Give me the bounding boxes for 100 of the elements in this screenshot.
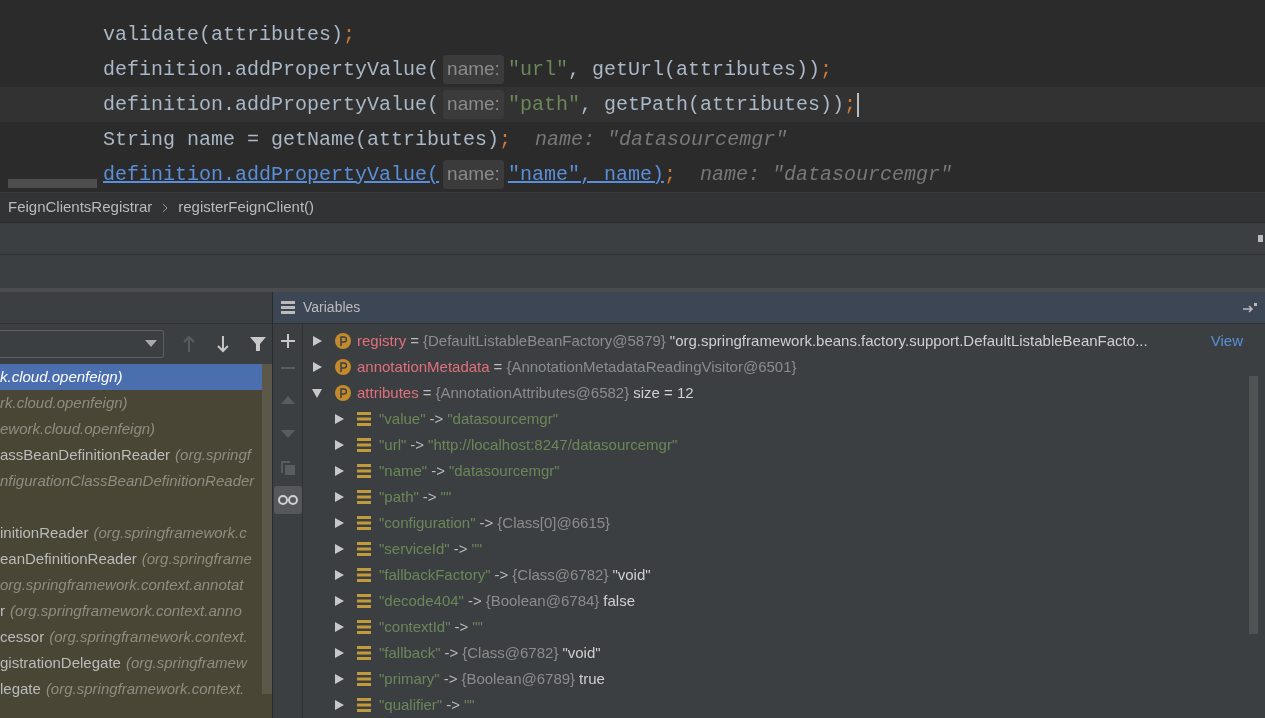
expand-arrow-icon[interactable] (333, 673, 345, 685)
variable-value: "datasourcemgr" (448, 460, 560, 481)
expand-arrow-icon[interactable] (333, 465, 345, 477)
expand-arrow-icon[interactable] (333, 413, 345, 425)
stack-frame-row[interactable]: initionReader (org.springframework.c (0, 520, 262, 546)
stack-frame-row[interactable]: assBeanDefinitionReader (org.springf (0, 442, 262, 468)
variable-value: {Boolean@6784} (485, 590, 600, 611)
variable-value: size = 12 (633, 382, 694, 403)
variable-value: "" (440, 486, 452, 507)
variable-value: "org.springframework.beans.factory.support.DefaultListableBeanFacto... (669, 330, 1148, 351)
scrollbar-thumb[interactable] (8, 179, 97, 188)
variable-value: {Class@6782} (462, 642, 559, 663)
code-text: , getUrl(attributes)) (567, 56, 820, 83)
variable-name: "path" (379, 486, 419, 507)
inline-value: name: "datasourcemgr" (535, 126, 788, 153)
expand-arrow-icon[interactable] (333, 595, 345, 607)
operator-text: -> (446, 694, 460, 715)
code-text: definition.addPropertyValue( (103, 91, 440, 118)
map-entry-icon (357, 646, 371, 660)
variable-value: "" (472, 616, 483, 637)
code-text: , getPath(attributes)) (579, 91, 844, 118)
variable-value: "void" (562, 642, 601, 663)
stack-frame-row[interactable]: ework.cloud.openfeign) (0, 416, 262, 442)
variable-value: {DefaultListableBeanFactory@5879} (422, 330, 666, 351)
expand-arrow-icon[interactable] (333, 699, 345, 711)
restore-layout-icon[interactable] (1243, 302, 1257, 313)
operator-text: = (493, 356, 503, 377)
text-caret (856, 92, 859, 117)
map-entry-icon (357, 542, 371, 556)
breadcrumb-item[interactable]: FeignClientsRegistrar (8, 196, 153, 219)
operator-text: -> (453, 538, 468, 559)
expand-arrow-icon[interactable] (311, 335, 323, 347)
variable-name: "fallback" (379, 642, 441, 663)
view-link[interactable]: View (1210, 329, 1245, 353)
variable-name: "decode404" (379, 590, 464, 611)
stack-frame-row[interactable]: k.cloud.openfeign) (0, 364, 262, 390)
variable-value: {Class@6782} (512, 564, 609, 585)
stack-frame-row[interactable]: legate (org.springframework.context. (0, 676, 262, 702)
code-link[interactable]: "name", name) (507, 159, 664, 190)
variable-name: registry (357, 330, 407, 351)
expand-arrow-icon[interactable] (333, 543, 345, 555)
string-literal: "path" (507, 91, 580, 118)
inline-value: name: "datasourcemgr" (699, 161, 952, 188)
variable-value: "void" (612, 564, 651, 585)
chevron-icon (162, 202, 169, 213)
plus-icon[interactable] (280, 334, 295, 348)
breadcrumb-item[interactable]: registerFeignClient() (178, 196, 315, 219)
code-punctuation: ; (663, 161, 676, 188)
operator-text: = (422, 382, 432, 403)
stack-frame-row[interactable]: org.springframework.context.annotat (0, 572, 262, 598)
map-entry-icon (357, 698, 371, 712)
variable-name: "fallbackFactory" (379, 564, 491, 585)
map-entry-icon (357, 412, 371, 426)
expand-arrow-icon[interactable] (333, 621, 345, 633)
map-entry-icon (357, 672, 371, 686)
map-entry-icon (357, 516, 371, 530)
code-link[interactable]: definition.addPropertyValue( (103, 159, 440, 190)
stack-frame-row[interactable]: rk.cloud.openfeign) (0, 390, 262, 416)
operator-text: -> (429, 408, 444, 429)
map-entry-icon (357, 438, 371, 452)
variable-name: "value" (379, 408, 426, 429)
list-icon (281, 301, 295, 314)
parameter-hint: name: (443, 55, 504, 84)
expand-arrow-icon[interactable] (333, 647, 345, 659)
stack-frame-row[interactable]: gistrationDelegate (org.springframew (0, 650, 262, 676)
map-entry-icon (357, 620, 371, 634)
code-punctuation: ; (843, 91, 856, 118)
stack-frame-row[interactable]: cessor (org.springframework.context. (0, 624, 262, 650)
watches-toggle[interactable] (273, 486, 302, 514)
operator-text: -> (479, 512, 494, 533)
parameter-hint: name: (443, 160, 504, 189)
scrollbar-thumb[interactable] (262, 364, 272, 694)
stack-frame-row[interactable]: r (org.springframework.context.anno (0, 598, 262, 624)
code-text: definition.addPropertyValue( (103, 56, 440, 83)
stack-frame-row[interactable]: nfigurationClassBeanDefinitionReader (0, 468, 262, 494)
variable-value: {Boolean@6789} (461, 668, 576, 689)
panel-title: Variables (303, 298, 362, 317)
collapse-arrow-icon[interactable] (311, 387, 323, 399)
code-punctuation: ; (819, 56, 832, 83)
variable-name: "name" (379, 460, 428, 481)
operator-text: -> (467, 590, 482, 611)
operator-text: -> (494, 564, 509, 585)
expand-arrow-icon[interactable] (333, 517, 345, 529)
code-text: validate(attributes) (103, 21, 344, 48)
variable-name: "qualifier" (379, 694, 443, 715)
expand-arrow-icon[interactable] (311, 361, 323, 373)
arrow-down-icon[interactable] (216, 335, 231, 353)
field-icon (335, 359, 351, 375)
operator-text: -> (431, 460, 445, 481)
variable-value: "" (471, 538, 483, 559)
expand-arrow-icon[interactable] (333, 439, 345, 451)
stack-frame-row[interactable]: eanDefinitionReader (org.springframe (0, 546, 262, 572)
variable-name: annotationMetadata (357, 356, 490, 377)
expand-arrow-icon[interactable] (333, 569, 345, 581)
expand-arrow-icon[interactable] (333, 491, 345, 503)
dropdown-caret-icon (145, 340, 158, 348)
filter-icon[interactable] (250, 336, 266, 352)
operator-text: -> (444, 642, 459, 663)
field-icon (335, 385, 351, 401)
variable-name: "serviceId" (379, 538, 450, 559)
